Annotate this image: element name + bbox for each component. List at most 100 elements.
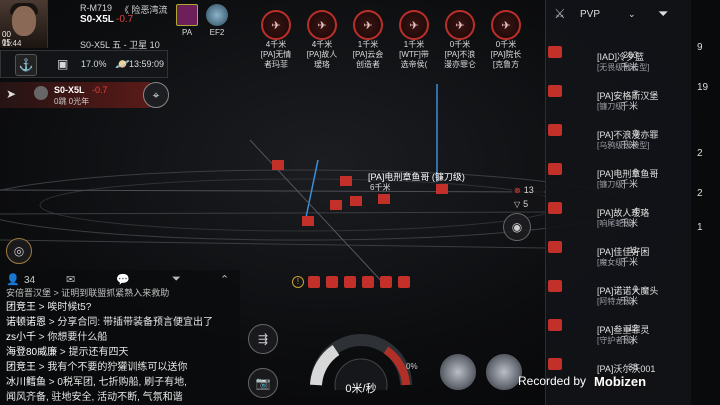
overview-row[interactable]: 0 千米 [PA]诺诺大魔头 [阿特龙级] [546, 278, 692, 316]
filter-icon[interactable]: ⏷ [658, 6, 668, 22]
target-slot[interactable]: ✈ 1千米 [PA]云会 创造者 [347, 10, 389, 70]
target-name: [PA]云会 [352, 50, 384, 59]
chat-top-line: 安倍晋汉堡 > 证明到联盟抓紧熟入来救助 [6, 288, 170, 298]
chat-message: 团竞王 > 唉时候t5? [6, 302, 92, 313]
chevron-down-icon[interactable]: ⌄ [628, 9, 636, 20]
filter-icon[interactable]: ⏷ [172, 273, 181, 286]
alliance-logo[interactable] [176, 4, 198, 26]
target-dist: 4千米 [265, 40, 287, 49]
target-dist: 1千米 [357, 40, 379, 49]
people-icon[interactable]: 👤 [6, 273, 20, 286]
overview-panel: ⚔ PVP ⌄ ⏷ 293 千米 [IAD]冷夕蓝 [无畏级截击型] 7 千米 … [545, 0, 691, 405]
ewar-icon [398, 276, 410, 288]
hostile-marker[interactable] [350, 196, 362, 206]
unread-count: 34 [24, 275, 36, 286]
hostile-count: 13 [523, 185, 534, 195]
row-ship-type: [镰刀级] [597, 180, 626, 189]
overview-row[interactable]: 4 千米 [PA]故人瑷珞 [响尾蛇级] [546, 200, 692, 238]
anchor-icon[interactable]: ⚓ [15, 54, 37, 76]
target-dist: 0千米 [449, 40, 471, 49]
row-ship-type: [魔女级] [597, 258, 626, 267]
chat-message: zs小千 > 你想要什么船 [6, 332, 108, 343]
ship-icon [548, 85, 562, 97]
module-button[interactable] [440, 354, 476, 390]
avatar [12, 6, 36, 36]
ship-icon [548, 163, 562, 175]
overview-row[interactable]: 6 千米 [PA]电刑章鱼哥 [镰刀级] [546, 161, 692, 199]
chevron-up-icon[interactable]: ⌃ [220, 273, 229, 286]
filter-icon: ▽ [514, 199, 521, 209]
drone-button[interactable]: ◎ [6, 238, 32, 264]
target-slot[interactable]: ✈ 1千米 [WTF]带 选帝侯( [393, 10, 435, 70]
ship-icon [548, 358, 562, 370]
ewar-icon [344, 276, 356, 288]
ship-name: S0-X5L [80, 14, 114, 25]
chat-messages[interactable]: 团竞王 > 唉时候t5? 诺顿诺恩 > 分享合同: 带插带装备预言便宜出了 zs… [6, 300, 213, 405]
hostile-marker[interactable] [330, 200, 342, 210]
chat-message: 冰川鳕鱼 > 0税军团, 七折购船, 刷子有地, [6, 377, 187, 388]
target-sub: 瑷珞 [314, 60, 330, 69]
target-sub: 漫亦罪仑 [444, 60, 476, 69]
target-dist: 4千米 [311, 40, 333, 49]
selected-target-dist: 6千米 [370, 183, 391, 192]
overview-tab[interactable]: PVP [580, 9, 600, 20]
clock-text: 11:44 [2, 39, 22, 48]
corp-logo[interactable] [206, 4, 228, 26]
crossed-swords-icon[interactable]: ⚔ [554, 6, 566, 22]
chat-bubble-icon[interactable]: 💬 [116, 273, 130, 286]
hostile-marker[interactable] [340, 176, 352, 186]
target-name: [PA]不浪 [444, 50, 476, 59]
mail-icon[interactable]: ✉ [66, 273, 75, 286]
module-button[interactable] [486, 354, 522, 390]
target-dist: 0千米 [495, 40, 517, 49]
chat-message: 海登80威廉 > 提示还有四天 [6, 347, 129, 358]
route-bar[interactable]: ➤ S0-X5L 0跳 0光年 -0.7 [0, 82, 150, 108]
hostile-count-badge[interactable]: ⊗ 13 [512, 184, 544, 196]
hostile-marker[interactable] [378, 194, 390, 204]
ship-icon: ✈ [261, 10, 291, 40]
hostile-marker[interactable] [272, 160, 284, 170]
hostile-marker[interactable] [302, 216, 314, 226]
status-percent: 17.0% [81, 59, 107, 69]
status-clock: 13:59:09 [129, 59, 165, 69]
target-slot[interactable]: ✈ 0千米 [PA]院长 [克鲁方 [485, 10, 527, 70]
chat-panel: 👤 34 ✉ 💬 ⏷ ⌃ 安倍晋汉堡 > 证明到联盟抓紧熟入来救助 团竞王 > … [0, 270, 240, 405]
hostile-marker[interactable] [436, 184, 448, 194]
fleet-button[interactable]: ⇶ [248, 324, 278, 354]
target-name: [WTF]带 [399, 50, 429, 59]
ship-icon [548, 124, 562, 136]
overview-row[interactable]: 293 千米 [IAD]冷夕蓝 [无畏级截击型] [546, 44, 692, 82]
target-slot[interactable]: ✈ 0千米 [PA]不浪 漫亦罪仑 [439, 10, 481, 70]
eye-view-button[interactable]: ◉ [503, 213, 531, 241]
target-slot[interactable]: ✈ 4千米 [PA]故人 瑷珞 [301, 10, 343, 70]
ship-icon: ✈ [399, 10, 429, 40]
map-pin-button[interactable]: ⌖ [143, 82, 169, 108]
capacitor-percent: 0% [406, 362, 418, 371]
overview-row[interactable]: 7 千米 [PA]安格斯汉堡 [镰刀级] [546, 83, 692, 121]
overview-row[interactable]: 12 千米 [PA]叁重罪灵 [守护者级] [546, 317, 692, 355]
side-count[interactable]: 1 [697, 222, 703, 233]
chat-message: 诺顿诺恩 > 分享合同: 带插带装备预言便宜出了 [6, 317, 213, 328]
navigate-icon[interactable]: ➤ [6, 87, 16, 101]
ship-icon: ✈ [353, 10, 383, 40]
row-ship-type: [镰刀级] [597, 102, 626, 111]
chat-message: 团竞王 > 我有个不要的狞獾训练可以送你 [6, 362, 188, 373]
overview-row[interactable]: 11 千米 [PA]佳佳好困 [魔女级] [546, 239, 692, 277]
route-system: S0-X5L [54, 85, 85, 95]
side-count[interactable]: 2 [697, 188, 703, 199]
target-name: [PA]院长 [490, 50, 522, 59]
warning-icon: ! [292, 276, 304, 288]
overview-row[interactable]: 0 千米 [PA]不浪漫亦罪 [乌鸦级级袭型] [546, 122, 692, 160]
ship-icon: ✈ [445, 10, 475, 40]
watermark-brand: Mobizen [591, 373, 650, 389]
camera-button[interactable]: 📷 [248, 368, 278, 398]
cargo-icon[interactable]: ▣ [57, 57, 68, 71]
side-count[interactable]: 9 [697, 42, 703, 53]
target-dist: 1千米 [403, 40, 425, 49]
ship-icon [548, 319, 562, 331]
neutral-count-badge[interactable]: ▽ 5 [512, 198, 544, 210]
side-count[interactable]: 2 [697, 148, 703, 159]
side-count[interactable]: 19 [697, 82, 708, 93]
target-slot[interactable]: ✈ 4千米 [PA]无情 者玛菲 [255, 10, 297, 70]
ewar-icon [308, 276, 320, 288]
